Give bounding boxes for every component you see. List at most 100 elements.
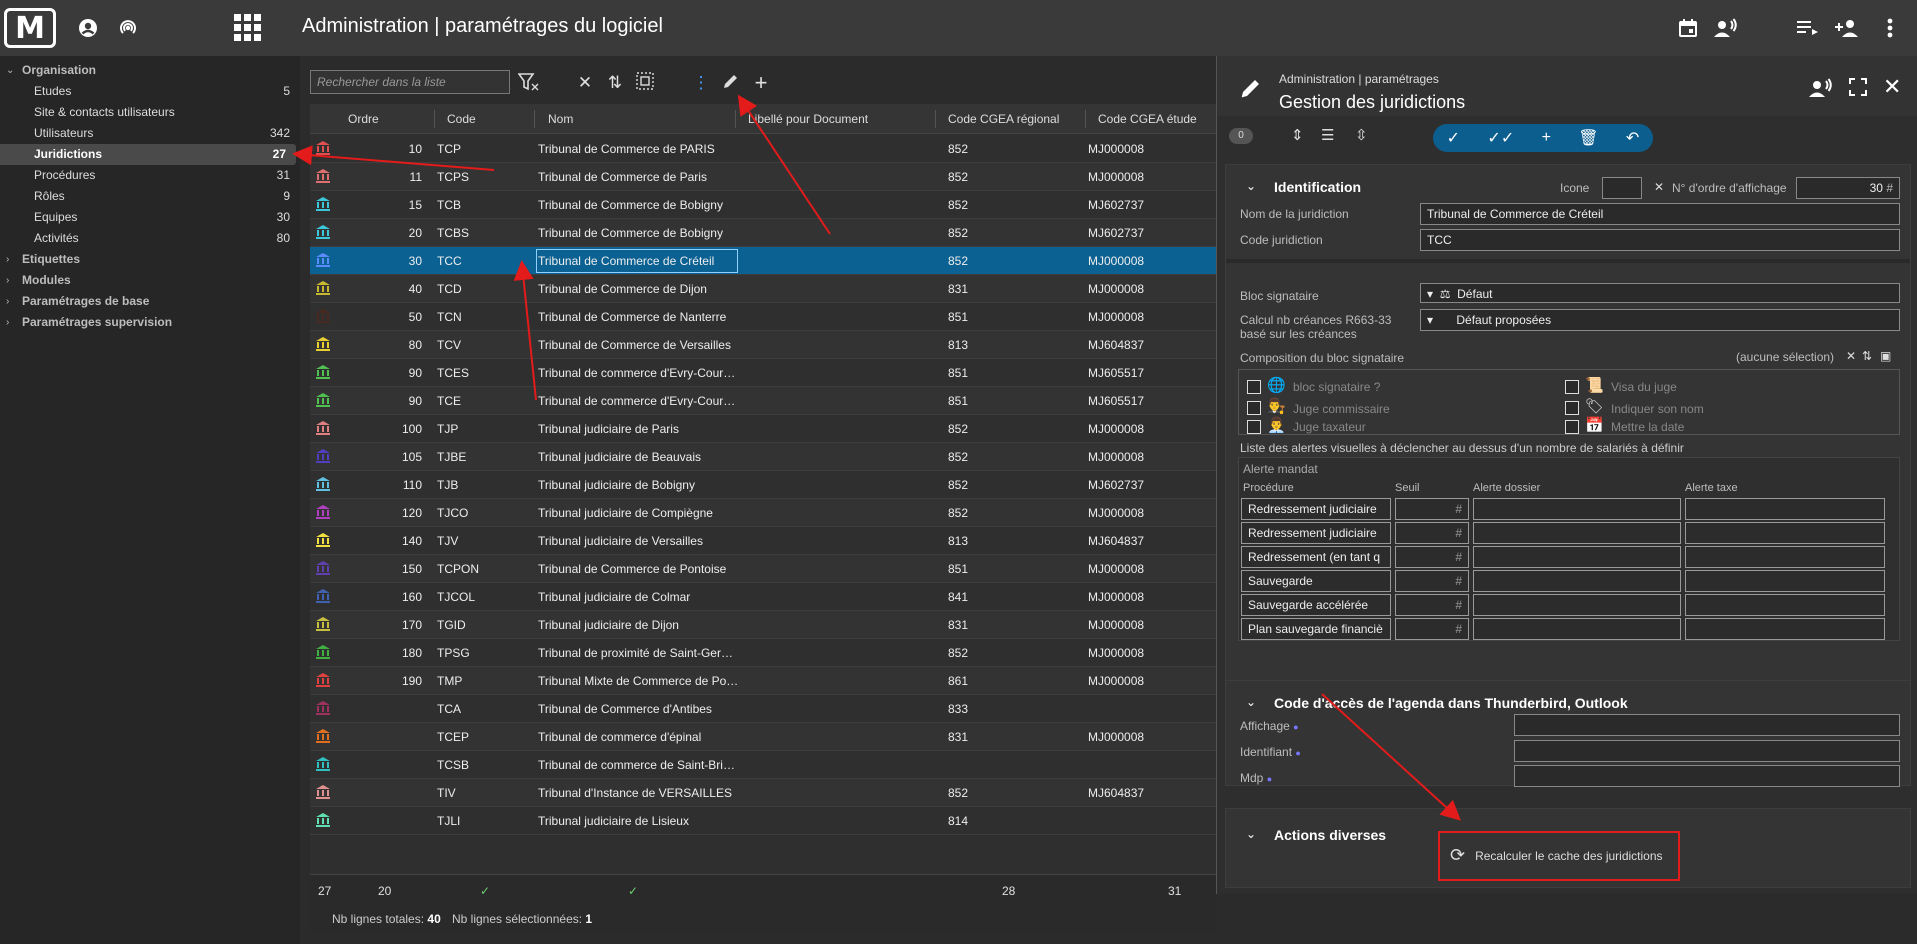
table-row[interactable]: TCSB Tribunal de commerce de Saint-Bri… (310, 751, 1216, 779)
table-row[interactable]: 100 TJP Tribunal judiciaire de Paris 852 MJ0… (310, 415, 1216, 443)
nom-juridiction-input[interactable]: Tribunal de Commerce de Créteil (1420, 203, 1900, 225)
alerte-dossier-input[interactable] (1473, 594, 1681, 616)
more-options-icon[interactable]: ⋮ (690, 72, 712, 94)
chevron-down-icon[interactable]: ⌄ (1246, 695, 1256, 709)
add-icon[interactable]: + (1542, 129, 1551, 147)
sidebar-group-organisation[interactable]: ⌄ Organisation (0, 60, 300, 81)
alerte-taxe-input[interactable] (1685, 546, 1885, 568)
checkbox-juge-taxateur[interactable] (1247, 420, 1261, 434)
table-row[interactable]: 180 TPSG Tribunal de proximité de Saint-Ge… (310, 639, 1216, 667)
column-header-ordre[interactable]: Ordre (348, 112, 379, 126)
column-header-code[interactable]: Code (447, 112, 476, 126)
alerte-dossier-input[interactable] (1473, 570, 1681, 592)
procedure-cell[interactable]: Sauvegarde accélérée (1241, 594, 1391, 616)
seuil-input[interactable]: # (1395, 498, 1469, 520)
alerte-taxe-input[interactable] (1685, 522, 1885, 544)
checkbox-visa-juge[interactable] (1565, 380, 1579, 394)
alerte-dossier-input[interactable] (1473, 522, 1681, 544)
sidebar-item-site-contacts[interactable]: Site & contacts utilisateurs (0, 102, 300, 123)
close-icon[interactable]: ✕ (1883, 74, 1901, 100)
sidebar-item-etudes[interactable]: Etudes 5 (0, 81, 300, 102)
table-row[interactable]: 160 TJCOL Tribunal judiciaire de Colmar 841… (310, 583, 1216, 611)
ordre-affichage-input[interactable]: 30 # (1796, 177, 1900, 199)
procedure-cell[interactable]: Redressement (en tant q (1241, 546, 1391, 568)
sidebar-item-utilisateurs[interactable]: Utilisateurs 342 (0, 123, 300, 144)
procedure-cell[interactable]: Sauvegarde (1241, 570, 1391, 592)
chevron-down-icon[interactable]: ⌄ (1246, 179, 1256, 193)
alerte-dossier-input[interactable] (1473, 546, 1681, 568)
table-row[interactable]: 50 TCN Tribunal de Commerce de Nanterre 851… (310, 303, 1216, 331)
sidebar-group-modules[interactable]: › Modules (0, 270, 300, 291)
broadcast-icon[interactable] (114, 14, 142, 42)
sidebar-item-roles[interactable]: Rôles 9 (0, 186, 300, 207)
sidebar-item-activites[interactable]: Activités 80 (0, 228, 300, 249)
code-juridiction-input[interactable]: TCC (1420, 229, 1900, 251)
seuil-input[interactable]: # (1395, 570, 1469, 592)
calcul-creances-select[interactable]: ▾ Défaut proposées (1420, 309, 1900, 331)
table-row[interactable]: 140 TJV Tribunal judiciaire de Versailles 8… (310, 527, 1216, 555)
alerte-taxe-input[interactable] (1685, 570, 1885, 592)
alerte-dossier-input[interactable] (1473, 498, 1681, 520)
sidebar-group-parametrages-supervision[interactable]: › Paramétrages supervision (0, 312, 300, 333)
edit-pencil-icon[interactable] (720, 72, 742, 94)
add-user-icon[interactable] (1834, 14, 1862, 42)
identifiant-input[interactable] (1514, 740, 1900, 762)
clear-icon[interactable]: ✕ (574, 72, 596, 94)
recalc-cache-button[interactable]: ⟳ Recalculer le cache des juridictions (1450, 845, 1663, 866)
column-header-cgea-etude[interactable]: Code CGEA étude (1098, 112, 1197, 126)
alerte-taxe-input[interactable] (1685, 618, 1885, 640)
table-row[interactable]: TIV Tribunal d'Instance de VERSAILLES 852 M… (310, 779, 1216, 807)
user-account-icon[interactable] (74, 14, 102, 42)
apps-grid-icon[interactable] (232, 12, 264, 44)
procedure-cell[interactable]: Redressement judiciaire (1241, 522, 1391, 544)
table-row[interactable]: TJLI Tribunal judiciaire de Lisieux 814 (310, 807, 1216, 835)
delete-icon[interactable]: 🗑 (1578, 128, 1598, 148)
filter-icon[interactable] (517, 72, 540, 94)
table-row[interactable]: 40 TCD Tribunal de Commerce de Dijon 831 MJ0… (310, 275, 1216, 303)
affichage-input[interactable] (1514, 714, 1900, 736)
checkbox-juge-commissaire[interactable] (1247, 401, 1261, 415)
playlist-icon[interactable] (1794, 14, 1822, 42)
save-check-icon[interactable]: ✓ (1447, 128, 1460, 148)
undo-icon[interactable]: ↶ (1626, 128, 1639, 148)
alerte-taxe-input[interactable] (1685, 498, 1885, 520)
column-header-cgea-regional[interactable]: Code CGEA régional (948, 112, 1059, 126)
procedure-cell[interactable]: Plan sauvegarde financiè (1241, 618, 1391, 640)
seuil-input[interactable]: # (1395, 594, 1469, 616)
table-row[interactable]: 10 TCP Tribunal de Commerce de PARIS 852 MJ0… (310, 135, 1216, 163)
clear-icon[interactable]: ✕ (1654, 180, 1664, 194)
voice-user-icon[interactable] (1809, 78, 1833, 104)
table-row[interactable]: 90 TCE Tribunal de commerce d'Evry-Cour… 85… (310, 387, 1216, 415)
sidebar-item-juridictions[interactable]: Juridictions 27 (0, 144, 296, 165)
expand-all-icon[interactable]: ⇳ (1355, 126, 1368, 144)
chevron-down-icon[interactable]: ⌄ (1246, 827, 1256, 841)
bloc-signataire-select[interactable]: ▾ ⚖ Défaut (1420, 283, 1900, 303)
select-all-icon[interactable] (634, 72, 656, 94)
table-row[interactable]: 105 TJBE Tribunal judiciaire de Beauvais 85… (310, 443, 1216, 471)
save-close-double-check-icon[interactable]: ✓✓ (1487, 128, 1514, 148)
table-row[interactable]: 150 TCPON Tribunal de Commerce de Pontoise… (310, 555, 1216, 583)
sort-icon[interactable]: ⇅ (604, 72, 626, 94)
mdp-input[interactable] (1514, 765, 1900, 787)
table-row[interactable]: 120 TJCO Tribunal judiciaire de Compiègne 8… (310, 499, 1216, 527)
procedure-cell[interactable]: Redressement judiciaire (1241, 498, 1391, 520)
alerte-taxe-input[interactable] (1685, 594, 1885, 616)
alerte-dossier-input[interactable] (1473, 618, 1681, 640)
sidebar-item-equipes[interactable]: Equipes 30 (0, 207, 300, 228)
sort-icon[interactable]: ⇅ (1862, 349, 1872, 363)
table-row[interactable]: 20 TCBS Tribunal de Commerce de Bobigny 852… (310, 219, 1216, 247)
sidebar-item-procedures[interactable]: Procédures 31 (0, 165, 300, 186)
collapse-all-icon[interactable]: ⇕ (1291, 126, 1304, 144)
table-row[interactable]: TCEP Tribunal de commerce d'épinal 831 MJ00… (310, 723, 1216, 751)
wrap-text-icon[interactable]: ☰ (1321, 126, 1334, 144)
table-row[interactable]: 90 TCES Tribunal de commerce d'Evry-Cour… 8… (310, 359, 1216, 387)
table-row[interactable]: 30 TCC Tribunal de Commerce de Créteil 852 M… (310, 247, 1216, 275)
table-row[interactable]: 11 TCPS Tribunal de Commerce de Paris 852 MJ… (310, 163, 1216, 191)
add-icon[interactable]: + (750, 72, 772, 94)
app-logo[interactable]: M (4, 8, 56, 48)
table-row[interactable]: 110 TJB Tribunal judiciaire de Bobigny 852 M… (310, 471, 1216, 499)
icone-input[interactable] (1602, 177, 1642, 199)
select-all-icon[interactable]: ▣ (1880, 349, 1891, 363)
table-row[interactable]: TCA Tribunal de Commerce d'Antibes 833 (310, 695, 1216, 723)
seuil-input[interactable]: # (1395, 618, 1469, 640)
